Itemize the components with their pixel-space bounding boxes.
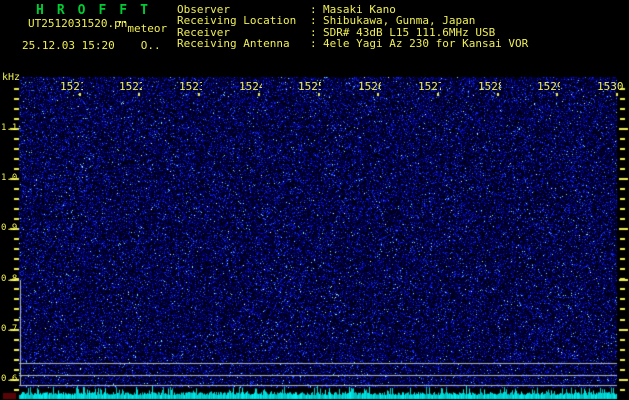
x-tick-label: 1527	[418, 80, 441, 93]
x-tick-label: 1522	[119, 80, 142, 93]
x-tick-label: 1523	[179, 80, 202, 93]
station-info: Observer: Masaki Kano Receiving Location:…	[177, 4, 528, 49]
overwritten-char-artifact	[124, 21, 126, 23]
info-label: Receiving Antenna	[177, 36, 290, 50]
hrofft-screen: HROFFT UT2512031520.pnmeteor 25.12.03 15…	[0, 0, 629, 400]
y-axis-unit-label: kHz	[2, 72, 21, 83]
filename-line: UT2512031520.pnmeteor	[28, 17, 167, 35]
info-row-antenna: Receiving Antenna:4ele Yagi Az 230 for K…	[177, 36, 529, 50]
y-tick-label: 0.6	[1, 374, 18, 384]
info-colon: :	[310, 14, 317, 28]
info-colon: :	[310, 36, 317, 50]
x-tick-label: 1521	[60, 80, 83, 93]
info-label: Receiving Location	[177, 14, 297, 28]
x-tick-label: 1530	[597, 80, 624, 93]
overwritten-char-artifact	[119, 21, 121, 23]
x-tick-label: 1526	[358, 80, 381, 93]
filename-text: UT2512031520.pn	[28, 17, 128, 30]
y-tick-label: 1.1	[1, 123, 18, 133]
x-tick-label: 1528	[478, 80, 501, 93]
spectrogram-canvas	[0, 0, 629, 400]
app-title: HROFFT	[36, 3, 161, 18]
x-tick-label: 1525	[298, 80, 321, 93]
mode-label: meteor	[127, 22, 168, 35]
x-tick-label: 1524	[239, 80, 262, 93]
x-tick-label: 1529	[537, 80, 560, 93]
date-text: 25.12.03	[22, 39, 75, 52]
status-counter: O..	[140, 39, 161, 52]
y-tick-label: 0.9	[1, 223, 18, 233]
y-tick-label: 1.0	[1, 173, 18, 183]
y-tick-label: 0.7	[1, 324, 18, 334]
time-text: 15:20	[81, 39, 115, 52]
datetime-line: 25.12.03 15:20 O..	[22, 39, 161, 52]
info-value: 4ele Yagi Az 230 for Kansai VOR	[323, 36, 529, 50]
y-tick-label: 0.8	[1, 274, 18, 284]
